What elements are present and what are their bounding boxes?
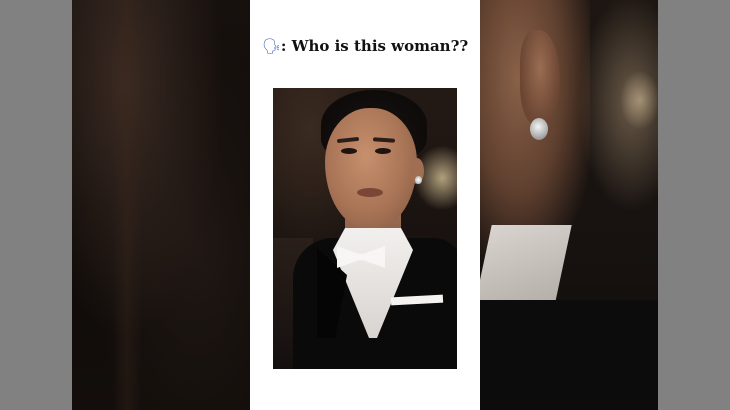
background-earring: [530, 118, 548, 140]
right-eye: [375, 148, 391, 154]
face: [325, 108, 417, 228]
background-pillar: [112, 0, 142, 410]
left-letterbox-bar: [0, 0, 72, 410]
caption: 🗣: Who is this woman??: [250, 37, 480, 55]
lips: [357, 188, 383, 197]
caption-text: : Who is this woman??: [280, 37, 469, 55]
right-letterbox-bar: [658, 0, 730, 410]
background-suit: [480, 300, 658, 410]
video-frame: 🗣: Who is this woman??: [0, 0, 730, 410]
blurred-background-right: [480, 0, 658, 410]
background-lamp: [620, 70, 658, 130]
blurred-background-left: [72, 0, 250, 410]
left-eye: [341, 148, 357, 154]
speaking-head-icon: 🗣: [261, 37, 281, 55]
diamond-earring: [415, 176, 422, 184]
portrait-photo: [273, 88, 457, 369]
background-ear: [520, 30, 560, 125]
